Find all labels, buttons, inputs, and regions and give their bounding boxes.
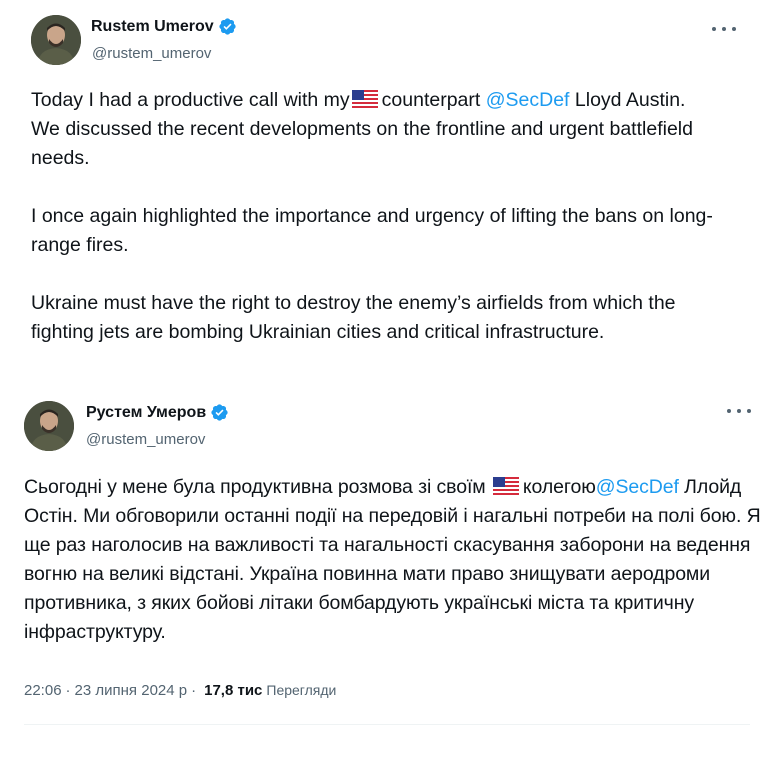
avatar[interactable] [24,401,74,451]
us-flag-icon [351,90,378,108]
paragraph: Сьогодні у мене була продуктивна розмова… [24,473,764,647]
mention-link[interactable]: @SecDef [486,89,570,111]
more-options-icon[interactable] [712,23,736,35]
text-segment: Today I had a productive call with my [31,89,350,111]
tweet-text: Today I had a productive call with my co… [31,86,731,347]
verified-badge-icon [211,404,228,421]
divider [24,724,750,725]
tweet-english: Rustem Umerov @rustem_umerov Today I had… [0,0,768,392]
tweet-meta: 22:06 · 23 липня 2024 р · 17,8 тис Перег… [24,682,336,699]
mention-link[interactable]: @SecDef [596,476,679,498]
paragraph: Today I had a productive call with my co… [31,86,731,115]
more-options-icon[interactable] [727,405,751,417]
paragraph: Ukraine must have the right to destroy t… [31,292,676,343]
us-flag-icon [492,477,519,495]
verified-badge-icon [219,18,236,35]
text-segment: Ллойд Остін. Ми обговорили останні події… [24,476,761,643]
tweet-ukrainian: Рустем Умеров @rustem_umerov Сьогодні у … [0,392,768,768]
views-label: Перегляди [266,682,337,698]
paragraph: We discussed the recent developments on … [31,118,693,169]
meta-separator: · [65,682,71,699]
author-handle[interactable]: @rustem_umerov [92,45,211,62]
author-handle[interactable]: @rustem_umerov [86,431,205,448]
views-count[interactable]: 17,8 тис [204,682,262,699]
tweet-text: Сьогодні у мене була продуктивна розмова… [24,473,764,647]
paragraph: I once again highlighted the importance … [31,205,713,256]
author-name[interactable]: Рустем Умеров [86,404,206,422]
text-segment: Сьогодні у мене була продуктивна розмова… [24,476,486,498]
author-name[interactable]: Rustem Umerov [91,18,214,36]
timestamp-date[interactable]: 23 липня 2024 р [75,682,188,699]
text-segment: counterpart [381,89,481,111]
text-segment: Lloyd Austin. [574,89,686,111]
text-segment: колегою [522,476,596,498]
meta-separator: · [191,682,197,699]
avatar[interactable] [31,15,81,65]
timestamp-time[interactable]: 22:06 [24,682,62,699]
